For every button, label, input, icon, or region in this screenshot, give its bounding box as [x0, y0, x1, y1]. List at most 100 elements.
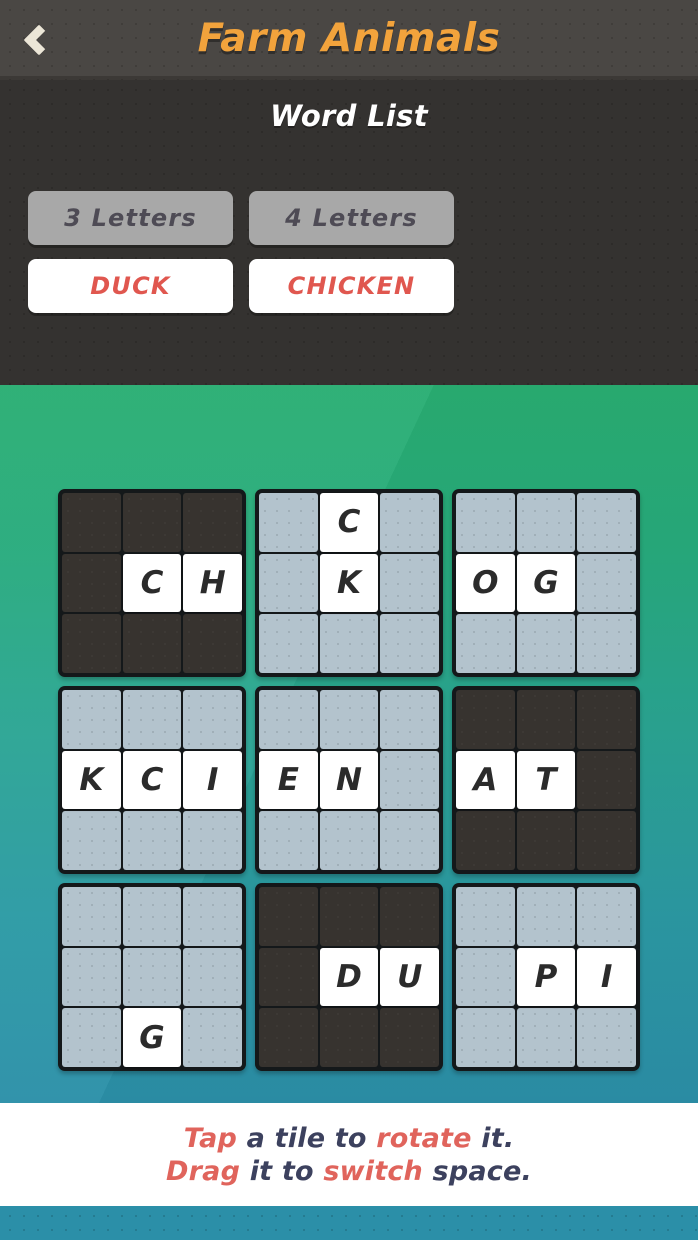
- letter-cell: C: [122, 553, 182, 613]
- empty-cell: [319, 1008, 379, 1067]
- empty-cell: [259, 887, 318, 946]
- letter-cell: G: [516, 553, 576, 613]
- empty-cell: [62, 614, 121, 673]
- page-title: Farm Animals: [197, 16, 501, 61]
- letter-cell: E: [259, 750, 318, 810]
- word-chip-chicken[interactable]: CHICKEN: [249, 259, 454, 313]
- letter-cell: A: [456, 750, 515, 810]
- empty-cell: [259, 493, 318, 552]
- empty-cell: [516, 614, 576, 673]
- puzzle-tile[interactable]: EN: [255, 686, 443, 874]
- empty-cell: [380, 614, 439, 673]
- empty-cell: [183, 1008, 242, 1067]
- puzzle-board: CHCKOGKCIENATGDUPI: [58, 489, 640, 1071]
- empty-cell: [456, 690, 515, 749]
- letter-cell: I: [183, 750, 242, 810]
- empty-cell: [577, 750, 636, 810]
- letter-cell: H: [183, 553, 242, 613]
- empty-cell: [319, 614, 379, 673]
- empty-cell: [577, 493, 636, 552]
- chevron-left-icon: [23, 24, 55, 56]
- empty-cell: [183, 947, 242, 1007]
- puzzle-tile[interactable]: G: [58, 883, 246, 1071]
- empty-cell: [516, 811, 576, 870]
- back-button[interactable]: [0, 0, 78, 80]
- instructions-footer: Tap a tile to rotate it. Drag it to swit…: [0, 1103, 698, 1206]
- letter-cell: N: [319, 750, 379, 810]
- empty-cell: [259, 614, 318, 673]
- empty-cell: [122, 947, 182, 1007]
- puzzle-board-area: CHCKOGKCIENATGDUPI: [0, 385, 698, 1103]
- empty-cell: [62, 1008, 121, 1067]
- empty-cell: [516, 493, 576, 552]
- empty-cell: [62, 811, 121, 870]
- empty-cell: [577, 553, 636, 613]
- word-chip-list: 3 Letters 4 Letters DUCK CHICKEN: [28, 191, 670, 313]
- empty-cell: [577, 811, 636, 870]
- puzzle-tile[interactable]: CH: [58, 489, 246, 677]
- word-chip-4-letters[interactable]: 4 Letters: [249, 191, 454, 245]
- empty-cell: [380, 811, 439, 870]
- instruction-keyword: Drag: [166, 1155, 250, 1187]
- letter-cell: T: [516, 750, 576, 810]
- instruction-text: it to: [249, 1155, 324, 1187]
- instruction-line-2: Drag it to switch space.: [166, 1156, 532, 1187]
- empty-cell: [456, 887, 515, 946]
- empty-cell: [456, 811, 515, 870]
- puzzle-tile[interactable]: KCI: [58, 686, 246, 874]
- empty-cell: [380, 887, 439, 946]
- puzzle-tile[interactable]: PI: [452, 883, 640, 1071]
- instruction-keyword: Tap: [183, 1122, 247, 1154]
- instruction-text: it.: [481, 1122, 515, 1154]
- empty-cell: [456, 947, 515, 1007]
- empty-cell: [259, 1008, 318, 1067]
- empty-cell: [259, 553, 318, 613]
- empty-cell: [183, 493, 242, 552]
- instruction-line-1: Tap a tile to rotate it.: [184, 1123, 515, 1154]
- empty-cell: [183, 690, 242, 749]
- puzzle-tile[interactable]: OG: [452, 489, 640, 677]
- empty-cell: [122, 690, 182, 749]
- puzzle-tile[interactable]: DU: [255, 883, 443, 1071]
- puzzle-tile[interactable]: CK: [255, 489, 443, 677]
- letter-cell: I: [577, 947, 636, 1007]
- empty-cell: [122, 493, 182, 552]
- empty-cell: [183, 887, 242, 946]
- word-chip-3-letters[interactable]: 3 Letters: [28, 191, 233, 245]
- instruction-keyword: switch: [323, 1155, 433, 1187]
- letter-cell: P: [516, 947, 576, 1007]
- empty-cell: [62, 887, 121, 946]
- letter-cell: K: [319, 553, 379, 613]
- empty-cell: [183, 614, 242, 673]
- empty-cell: [577, 614, 636, 673]
- empty-cell: [319, 811, 379, 870]
- empty-cell: [259, 947, 318, 1007]
- letter-cell: G: [122, 1008, 182, 1067]
- empty-cell: [62, 493, 121, 552]
- empty-cell: [380, 553, 439, 613]
- word-list-panel: Word List 3 Letters 4 Letters DUCK CHICKEN: [0, 80, 698, 385]
- word-chip-duck[interactable]: DUCK: [28, 259, 233, 313]
- instruction-keyword: rotate: [376, 1122, 482, 1154]
- empty-cell: [62, 553, 121, 613]
- letter-cell: D: [319, 947, 379, 1007]
- instruction-text: space.: [432, 1155, 532, 1187]
- word-list-title: Word List: [270, 99, 428, 133]
- empty-cell: [456, 1008, 515, 1067]
- empty-cell: [380, 493, 439, 552]
- letter-cell: U: [380, 947, 439, 1007]
- letter-cell: C: [122, 750, 182, 810]
- empty-cell: [259, 690, 318, 749]
- instruction-text: a tile to: [246, 1122, 377, 1154]
- empty-cell: [62, 947, 121, 1007]
- empty-cell: [516, 690, 576, 749]
- empty-cell: [62, 690, 121, 749]
- app-header: Farm Animals: [0, 0, 698, 80]
- bottom-strip: [0, 1206, 698, 1240]
- puzzle-tile[interactable]: AT: [452, 686, 640, 874]
- empty-cell: [380, 1008, 439, 1067]
- empty-cell: [456, 614, 515, 673]
- empty-cell: [122, 811, 182, 870]
- empty-cell: [577, 1008, 636, 1067]
- letter-cell: C: [319, 493, 379, 552]
